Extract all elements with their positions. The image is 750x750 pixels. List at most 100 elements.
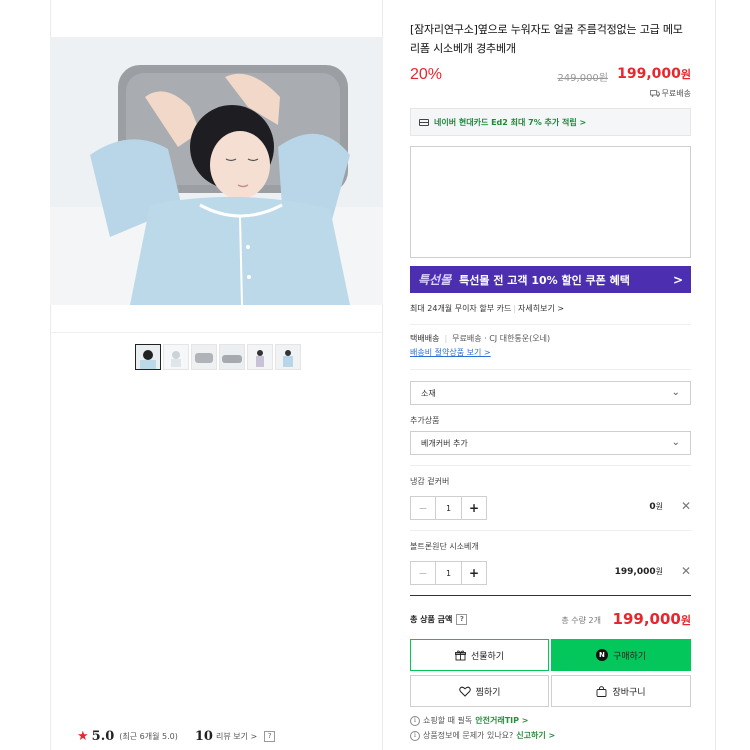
- item-price: 199,000원: [615, 566, 663, 577]
- total-divider: [410, 595, 691, 596]
- buy-button[interactable]: N 구매하기: [551, 639, 691, 671]
- close-icon[interactable]: ✕: [681, 564, 691, 578]
- chevron-down-icon: ⌄: [671, 387, 680, 398]
- quantity-stepper: − 1 +: [410, 561, 487, 585]
- truck-icon: [649, 90, 660, 97]
- addon-select[interactable]: 베개커버 추가 ⌄: [410, 431, 691, 455]
- item-price: 0원: [649, 501, 663, 512]
- addon-select-value: 베개커버 추가: [421, 438, 468, 448]
- empty-content-box: [410, 146, 691, 258]
- section-divider: [410, 324, 691, 325]
- divider: |: [444, 334, 448, 343]
- total-price-value: 199,000: [612, 610, 681, 628]
- product-title: [잠자리연구소]옆으로 누워자도 얼굴 주름걱정없는 고급 메모리폼 시소베개 …: [410, 23, 683, 55]
- review-link[interactable]: 리뷰 보기 >: [216, 731, 257, 742]
- notice-row: i 쇼핑할 때 필독 안전거래TIP >: [410, 715, 528, 726]
- cart-button-label: 장바구니: [612, 687, 646, 698]
- increase-button[interactable]: +: [462, 497, 486, 519]
- sale-price: 199,000원: [617, 66, 691, 82]
- original-price: 249,000원: [557, 73, 608, 84]
- heart-icon: [458, 686, 471, 697]
- item-price-unit: 원: [655, 567, 663, 576]
- installment-text: 최대 24개월 무이자 할부 카드: [410, 304, 512, 313]
- section-divider: [410, 369, 691, 370]
- installment-details-link[interactable]: 자세히보기 >: [518, 304, 564, 313]
- total-quantity: 총 수량 2개: [561, 616, 601, 625]
- thumbnail-1[interactable]: [135, 344, 161, 370]
- rating-score: 5.0: [91, 729, 115, 744]
- info-icon: i: [410, 715, 420, 726]
- promo-logo: 특선몰: [418, 273, 452, 287]
- credit-card-icon: [419, 118, 429, 126]
- help-icon[interactable]: ?: [264, 731, 276, 742]
- material-select[interactable]: 소재 ⌄: [410, 381, 691, 405]
- thumbnail-3[interactable]: [191, 344, 217, 370]
- bundle-products-link[interactable]: 배송비 절약상품 보기 >: [410, 347, 491, 358]
- gift-icon: [454, 650, 466, 660]
- thumbnail-divider: [50, 332, 383, 333]
- quantity-value[interactable]: 1: [435, 497, 462, 519]
- rating-recent: (최근 6개월 5.0): [119, 732, 178, 741]
- item-name: 볼트론원단 시소베개: [410, 542, 479, 551]
- shipping-text: 무료배송: [661, 89, 691, 98]
- notice-text: 쇼핑할 때 필독: [423, 716, 473, 725]
- total-price: 199,000원: [613, 610, 691, 628]
- purchase-panel: [잠자리연구소]옆으로 누워자도 얼굴 주름걱정없는 고급 메모리폼 시소베개 …: [410, 0, 691, 750]
- decrease-button[interactable]: −: [411, 562, 435, 584]
- decrease-button[interactable]: −: [411, 497, 435, 519]
- naver-pay-icon: N: [595, 649, 608, 661]
- thumbnail-2[interactable]: [163, 344, 189, 370]
- product-main-image: [50, 37, 383, 305]
- chevron-down-icon: ⌄: [671, 437, 680, 448]
- section-divider: [410, 465, 691, 466]
- safe-trade-link[interactable]: 안전거래TIP >: [475, 715, 528, 726]
- total-label: 총 상품 금액 ?: [410, 614, 468, 625]
- report-link[interactable]: 신고하기 >: [516, 730, 555, 741]
- thumbnail-5[interactable]: [247, 344, 273, 370]
- gift-button[interactable]: 선물하기: [410, 639, 549, 671]
- delivery-detail: 무료배송 · CJ 대한통운(오네): [452, 334, 551, 343]
- item-price-value: 199,000: [614, 567, 656, 577]
- help-icon[interactable]: ?: [456, 614, 468, 625]
- sale-price-value: 199,000: [617, 66, 681, 82]
- info-icon: i: [410, 730, 420, 741]
- quantity-value[interactable]: 1: [435, 562, 462, 584]
- notice-row: i 상품정보에 문제가 있나요? 신고하기 >: [410, 730, 555, 741]
- promo-text: 특선몰 전 고객 10% 할인 쿠폰 혜택: [459, 273, 630, 287]
- review-count: 10: [194, 729, 213, 744]
- item-price-unit: 원: [655, 502, 663, 511]
- thumbnail-6[interactable]: [275, 344, 301, 370]
- buy-button-label: 구매하기: [612, 651, 647, 662]
- section-divider: [410, 530, 691, 531]
- star-icon: ★: [77, 729, 89, 744]
- shopping-bag-icon: [596, 685, 607, 697]
- thumbnail-4[interactable]: [219, 344, 245, 370]
- delivery-label: 택배배송: [410, 334, 440, 343]
- close-icon[interactable]: ✕: [681, 499, 691, 513]
- promo-banner[interactable]: 특선몰 특선몰 전 고객 10% 할인 쿠폰 혜택 >: [410, 266, 691, 293]
- wishlist-button[interactable]: 찜하기: [410, 675, 549, 707]
- shipping-info: 무료배송: [649, 88, 691, 99]
- delivery-info: 택배배송 | 무료배송 · CJ 대한통운(오네): [410, 333, 550, 344]
- divider: |: [513, 304, 517, 313]
- discount-rate: 20%: [410, 66, 443, 83]
- addon-label: 추가상품: [410, 416, 440, 425]
- product-gallery: ★ 5.0 (최근 6개월 5.0) 10 리뷰 보기 > ?: [50, 0, 383, 750]
- card-benefit-banner[interactable]: 네이버 현대카드 Ed2 최대 7% 추가 적립 >: [410, 108, 691, 136]
- total-label-text: 총 상품 금액: [410, 615, 453, 624]
- installment-info: 최대 24개월 무이자 할부 카드 | 자세히보기 >: [410, 303, 564, 314]
- gift-button-label: 선물하기: [470, 651, 505, 662]
- thumbnail-strip: [135, 344, 301, 370]
- notice-text: 상품정보에 문제가 있나요?: [423, 731, 514, 740]
- chevron-right-icon: >: [672, 272, 683, 287]
- quantity-stepper: − 1 +: [410, 496, 487, 520]
- material-select-value: 소재: [421, 388, 436, 398]
- card-benefit-text: 네이버 현대카드 Ed2 최대 7% 추가 적립 >: [434, 117, 587, 127]
- total-price-unit: 원: [680, 614, 691, 627]
- item-name: 냉감 겉커버: [410, 477, 450, 486]
- cart-button[interactable]: 장바구니: [551, 675, 691, 707]
- wishlist-button-label: 찜하기: [475, 687, 501, 698]
- sale-price-unit: 원: [680, 68, 691, 81]
- rating-summary: ★ 5.0 (최근 6개월 5.0) 10 리뷰 보기 > ?: [77, 729, 276, 744]
- increase-button[interactable]: +: [462, 562, 486, 584]
